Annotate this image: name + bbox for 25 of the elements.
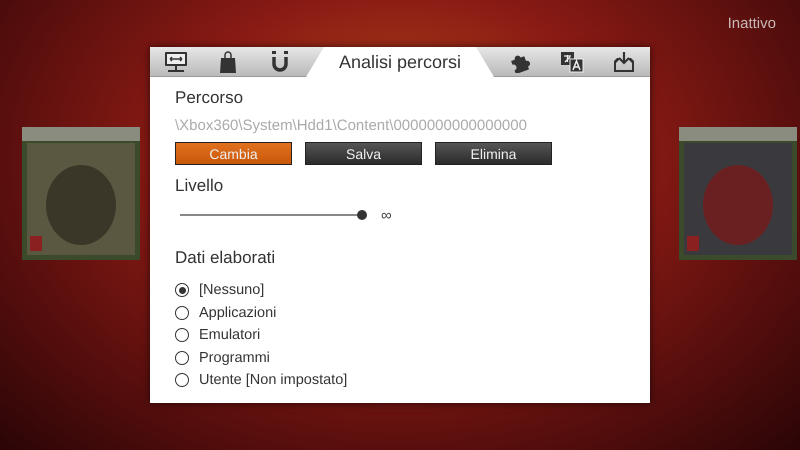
radio-button[interactable]	[175, 350, 189, 365]
radio-button[interactable]	[175, 306, 189, 320]
section-title: Percorso	[175, 87, 244, 109]
status-text: Inattivo	[728, 15, 776, 32]
magnet-icon	[271, 50, 289, 72]
option-label[interactable]: Utente [Non impostato]	[199, 372, 348, 388]
download-icon	[612, 50, 636, 72]
option-label[interactable]: Programmi	[199, 350, 270, 366]
monitor-icon	[164, 50, 188, 72]
tab[interactable]: Analisi percorsi	[306, 47, 494, 77]
section-title: Livello	[175, 175, 224, 197]
radio-button[interactable]	[175, 283, 189, 298]
section-title: Dati elaborati	[175, 247, 276, 269]
option-label[interactable]: Applicazioni	[199, 304, 276, 321]
path-text: \Xbox360\System\Hdd1\Content\0000000000000000	[175, 117, 528, 134]
shopping-bag-icon	[219, 50, 237, 72]
action-button[interactable]: Salva	[305, 142, 422, 165]
level-reading: ∞	[381, 206, 392, 224]
option-label[interactable]: [Nessuno]	[199, 282, 264, 298]
translate-icon	[560, 50, 584, 72]
radio-button[interactable]	[175, 373, 189, 388]
action-button[interactable]: Elimina	[435, 142, 552, 165]
option-label[interactable]: Emulatori	[199, 327, 260, 344]
slider-thumb[interactable]	[357, 210, 367, 220]
radio-button[interactable]	[175, 328, 189, 342]
